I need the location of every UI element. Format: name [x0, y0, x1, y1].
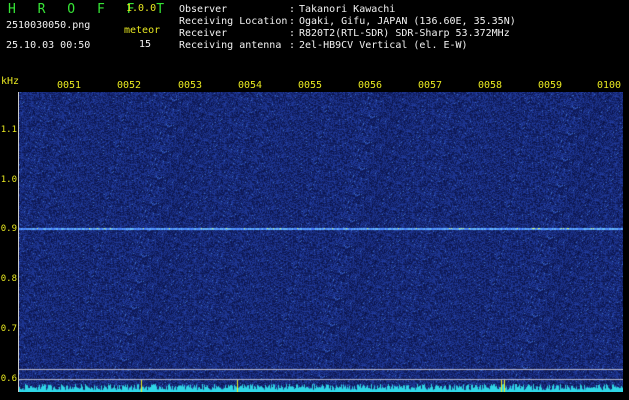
- receiver-label: Receiver: [179, 28, 228, 39]
- observer-label: Observer: [179, 4, 228, 15]
- y-tick-label: 0.6: [0, 374, 17, 384]
- antenna-label: Receiving antenna: [179, 40, 282, 51]
- location-label: Receiving Location: [179, 16, 288, 27]
- location-value: Ogaki, Gifu, JAPAN (136.60E, 35.35N): [299, 16, 516, 27]
- x-tick-label: 0056: [358, 80, 383, 91]
- x-tick-label: 0052: [117, 80, 142, 91]
- receiver-value: R820T2(RTL-SDR) SDR-Sharp 53.372MHz: [299, 28, 510, 39]
- header-panel: H R O F F T 1.0.0 2510030050.png meteor …: [0, 0, 629, 76]
- y-tick-label: 0.7: [0, 324, 17, 334]
- observer-value: Takanori Kawachi: [299, 4, 396, 15]
- receiver-colon: :: [289, 28, 296, 39]
- x-tick-label: 0058: [478, 80, 503, 91]
- x-tick-label: 0059: [538, 80, 563, 91]
- antenna-colon: :: [289, 40, 296, 51]
- x-tick-label: 0057: [418, 80, 443, 91]
- y-tick-label: 0.9: [0, 224, 17, 234]
- location-colon: :: [289, 16, 296, 27]
- y-tick-label: 0.8: [0, 274, 17, 284]
- y-tick-label: 1.1: [0, 125, 17, 135]
- antenna-value: 2el-HB9CV Vertical (el. E-W): [299, 40, 468, 51]
- meteor-count: 15: [139, 39, 152, 50]
- x-tick-label: 0053: [178, 80, 203, 91]
- observer-colon: :: [289, 4, 296, 15]
- app-version: 1.0.0: [126, 3, 157, 14]
- x-tick-label: 0051: [57, 80, 82, 91]
- x-tick-label: 0054: [238, 80, 263, 91]
- y-axis-unit: kHz: [1, 76, 20, 87]
- x-tick-label: 0100: [597, 80, 622, 91]
- y-tick-label: 1.0: [0, 175, 17, 185]
- meteor-label: meteor: [124, 25, 161, 36]
- date-time: 25.10.03 00:50: [6, 40, 91, 51]
- x-tick-label: 0055: [298, 80, 323, 91]
- spectrogram-waterfall: [19, 92, 623, 392]
- file-name: 2510030050.png: [6, 20, 91, 31]
